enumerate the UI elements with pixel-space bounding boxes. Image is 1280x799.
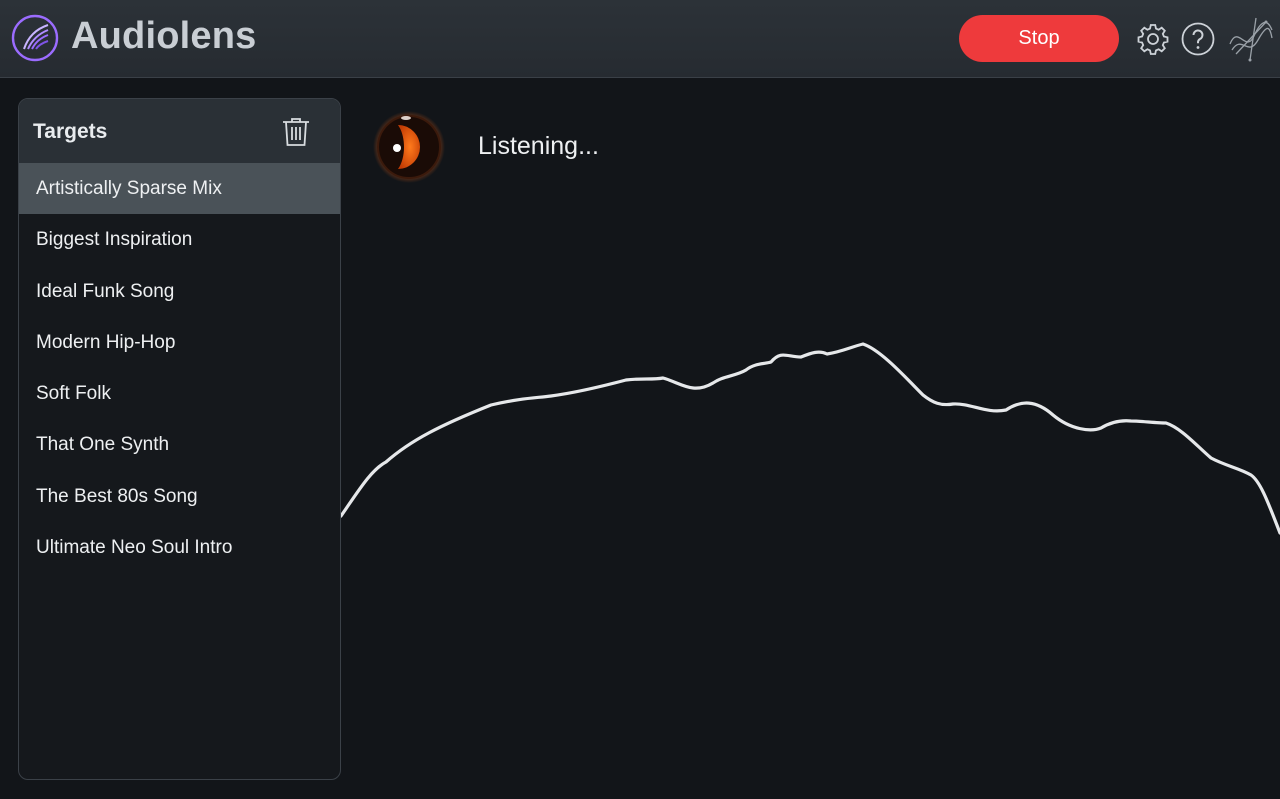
spectrum-curve — [341, 342, 1280, 535]
app-title: Audiolens — [71, 15, 257, 57]
audiolens-logo-icon — [11, 14, 59, 62]
listening-indicator-icon — [373, 111, 445, 183]
targets-panel: Targets Artistically Sparse Mix Biggest I… — [18, 98, 341, 780]
target-item[interactable]: That One Synth — [19, 419, 340, 470]
target-item[interactable]: Soft Folk — [19, 368, 340, 419]
target-item[interactable]: Ultimate Neo Soul Intro — [19, 522, 340, 573]
top-bar: Audiolens Stop — [0, 0, 1280, 78]
stop-button[interactable]: Stop — [959, 15, 1119, 62]
gear-icon[interactable] — [1135, 21, 1171, 57]
targets-list: Artistically Sparse Mix Biggest Inspirati… — [19, 163, 340, 573]
trash-icon[interactable] — [281, 116, 311, 148]
target-item[interactable]: Biggest Inspiration — [19, 214, 340, 265]
target-item[interactable]: The Best 80s Song — [19, 471, 340, 522]
target-item[interactable]: Ideal Funk Song — [19, 266, 340, 317]
target-item[interactable]: Artistically Sparse Mix — [19, 163, 340, 215]
targets-header: Targets — [19, 99, 340, 163]
target-item[interactable]: Modern Hip-Hop — [19, 317, 340, 368]
targets-title: Targets — [33, 120, 108, 143]
help-icon[interactable] — [1180, 21, 1216, 57]
brand-logo-icon[interactable] — [1226, 14, 1276, 64]
status-text: Listening... — [478, 132, 599, 160]
